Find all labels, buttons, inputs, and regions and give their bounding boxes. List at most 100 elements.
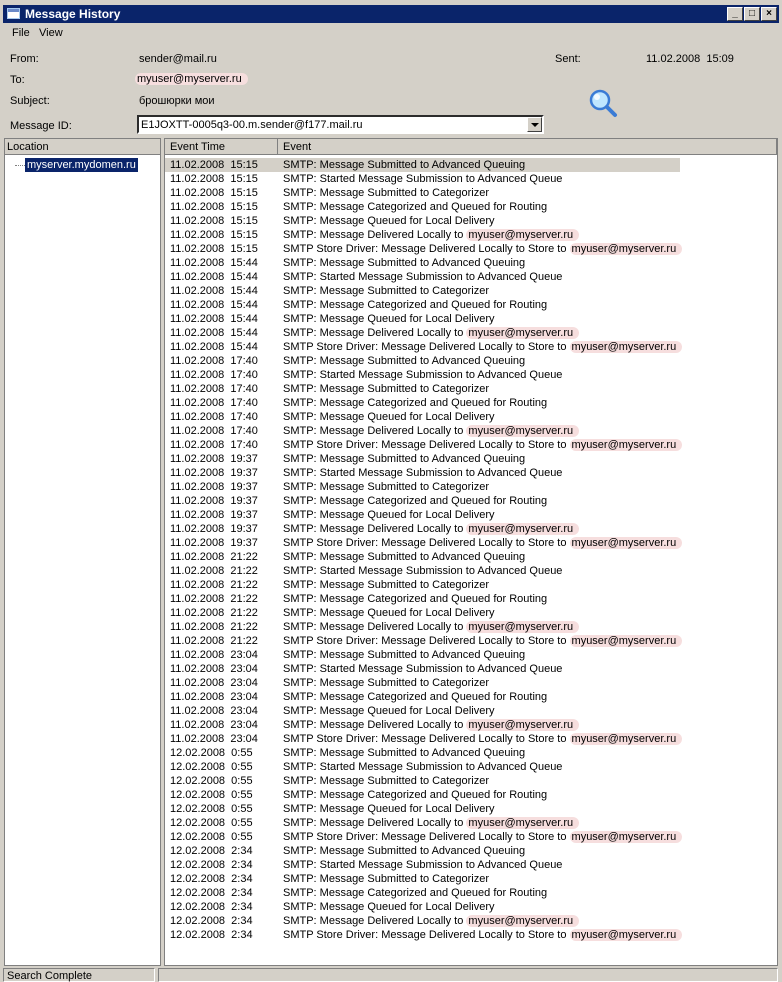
event-time-cell: 12.02.2008 2:34	[170, 887, 253, 899]
table-row[interactable]: 11.02.2008 17:40 SMTP: Message Submitted …	[165, 382, 777, 396]
table-row[interactable]: 11.02.2008 23:04 SMTP: Message Delivered …	[165, 718, 777, 732]
event-cell: SMTP: Message Submitted to Advanced Queu…	[283, 747, 526, 759]
column-event-time[interactable]: Event Time	[165, 139, 278, 155]
recipient-highlight: myuser@myserver.ru	[569, 635, 683, 647]
table-row[interactable]: 11.02.2008 15:15 SMTP: Message Submitted …	[165, 158, 680, 172]
event-cell: SMTP: Message Submitted to Categorizer	[283, 873, 490, 885]
table-row[interactable]: 11.02.2008 21:22 SMTP: Message Submitted …	[165, 550, 777, 564]
magnifier-icon[interactable]	[588, 88, 618, 118]
table-row[interactable]: 11.02.2008 23:04 SMTP Store Driver: Messa…	[165, 732, 777, 746]
table-row[interactable]: 12.02.2008 0:55 SMTP: Message Categorized…	[165, 788, 777, 802]
event-cell: SMTP Store Driver: Message Delivered Loc…	[283, 438, 683, 452]
table-row[interactable]: 11.02.2008 15:15 SMTP: Message Categorize…	[165, 200, 777, 214]
table-row[interactable]: 11.02.2008 21:22 SMTP: Message Submitted …	[165, 578, 777, 592]
event-cell: SMTP: Message Delivered Locally to myuse…	[283, 228, 580, 242]
table-row[interactable]: 12.02.2008 2:34 SMTP: Message Submitted t…	[165, 872, 777, 886]
table-row[interactable]: 11.02.2008 23:04 SMTP: Started Message Su…	[165, 662, 777, 676]
minimize-button[interactable]: _	[727, 7, 743, 21]
event-grid: Event Time Event 11.02.2008 15:15 SMTP: M…	[164, 138, 778, 966]
table-row[interactable]: 12.02.2008 0:55 SMTP Store Driver: Messag…	[165, 830, 777, 844]
table-row[interactable]: 11.02.2008 21:22 SMTP: Message Delivered …	[165, 620, 777, 634]
table-row[interactable]: 11.02.2008 21:22 SMTP: Message Categorize…	[165, 592, 777, 606]
table-row[interactable]: 12.02.2008 2:34 SMTP: Message Delivered L…	[165, 914, 777, 928]
recipient-highlight: myuser@myserver.ru	[466, 523, 580, 535]
table-row[interactable]: 12.02.2008 0:55 SMTP: Message Submitted t…	[165, 746, 777, 760]
table-row[interactable]: 12.02.2008 0:55 SMTP: Message Queued for …	[165, 802, 777, 816]
table-row[interactable]: 11.02.2008 15:44 SMTP: Message Delivered …	[165, 326, 777, 340]
table-row[interactable]: 11.02.2008 15:15 SMTP: Message Queued for…	[165, 214, 777, 228]
table-row[interactable]: 12.02.2008 2:34 SMTP: Message Queued for …	[165, 900, 777, 914]
table-row[interactable]: 11.02.2008 15:15 SMTP: Message Delivered …	[165, 228, 777, 242]
window-title: Message History	[25, 7, 121, 21]
event-cell: SMTP: Message Categorized and Queued for…	[283, 691, 548, 703]
menu-view[interactable]: View	[39, 27, 63, 39]
table-row[interactable]: 12.02.2008 0:55 SMTP: Message Delivered L…	[165, 816, 777, 830]
event-time-cell: 11.02.2008 17:40	[170, 411, 258, 423]
event-time-cell: 11.02.2008 23:04	[170, 719, 258, 731]
table-row[interactable]: 11.02.2008 15:15 SMTP: Message Submitted …	[165, 186, 777, 200]
table-row[interactable]: 11.02.2008 21:22 SMTP: Message Queued for…	[165, 606, 777, 620]
event-cell: SMTP: Started Message Submission to Adva…	[283, 369, 563, 381]
table-row[interactable]: 11.02.2008 17:40 SMTP: Started Message Su…	[165, 368, 777, 382]
table-row[interactable]: 11.02.2008 23:04 SMTP: Message Queued for…	[165, 704, 777, 718]
table-row[interactable]: 11.02.2008 21:22 SMTP: Started Message Su…	[165, 564, 777, 578]
table-row[interactable]: 12.02.2008 2:34 SMTP: Started Message Sub…	[165, 858, 777, 872]
table-row[interactable]: 12.02.2008 2:34 SMTP: Message Categorized…	[165, 886, 777, 900]
event-cell: SMTP: Message Delivered Locally to myuse…	[283, 718, 580, 732]
event-time-cell: 11.02.2008 15:44	[170, 313, 258, 325]
table-row[interactable]: 11.02.2008 17:40 SMTP: Message Submitted …	[165, 354, 777, 368]
table-row[interactable]: 12.02.2008 0:55 SMTP: Message Submitted t…	[165, 774, 777, 788]
table-row[interactable]: 11.02.2008 15:44 SMTP Store Driver: Messa…	[165, 340, 777, 354]
table-row[interactable]: 11.02.2008 19:37 SMTP: Message Delivered …	[165, 522, 777, 536]
column-event[interactable]: Event	[278, 139, 777, 155]
table-row[interactable]: 11.02.2008 15:44 SMTP: Message Categorize…	[165, 298, 777, 312]
table-row[interactable]: 12.02.2008 0:55 SMTP: Started Message Sub…	[165, 760, 777, 774]
title-bar[interactable]: Message History _ □ ×	[3, 5, 779, 23]
location-header[interactable]: Location	[5, 139, 160, 155]
maximize-button[interactable]: □	[744, 7, 760, 21]
table-row[interactable]: 11.02.2008 15:44 SMTP: Message Queued for…	[165, 312, 777, 326]
event-cell: SMTP: Message Queued for Local Delivery	[283, 509, 495, 521]
table-row[interactable]: 11.02.2008 19:37 SMTP: Message Submitted …	[165, 480, 777, 494]
recipient-highlight: myuser@myserver.ru	[466, 719, 580, 731]
table-row[interactable]: 11.02.2008 17:40 SMTP: Message Queued for…	[165, 410, 777, 424]
message-history-window: Message History _ □ × File View From: se…	[0, 0, 782, 982]
table-row[interactable]: 11.02.2008 23:04 SMTP: Message Submitted …	[165, 676, 777, 690]
event-cell: SMTP: Message Categorized and Queued for…	[283, 299, 548, 311]
event-cell: SMTP: Started Message Submission to Adva…	[283, 663, 563, 675]
event-cell: SMTP: Message Categorized and Queued for…	[283, 593, 548, 605]
table-row[interactable]: 11.02.2008 15:15 SMTP: Started Message Su…	[165, 172, 777, 186]
event-time-cell: 11.02.2008 19:37	[170, 453, 258, 465]
table-row[interactable]: 11.02.2008 17:40 SMTP Store Driver: Messa…	[165, 438, 777, 452]
table-row[interactable]: 11.02.2008 15:44 SMTP: Message Submitted …	[165, 284, 777, 298]
table-row[interactable]: 11.02.2008 15:15 SMTP Store Driver: Messa…	[165, 242, 777, 256]
table-row[interactable]: 11.02.2008 19:37 SMTP: Message Queued for…	[165, 508, 777, 522]
table-row[interactable]: 11.02.2008 19:37 SMTP: Started Message Su…	[165, 466, 777, 480]
event-cell: SMTP: Started Message Submission to Adva…	[283, 271, 563, 283]
event-cell: SMTP: Message Submitted to Categorizer	[283, 383, 490, 395]
message-id-combobox[interactable]: E1JOXTT-0005q3-00.m.sender@f177.mail.ru	[137, 115, 544, 134]
close-button[interactable]: ×	[761, 7, 777, 21]
event-time-cell: 11.02.2008 21:22	[170, 635, 258, 647]
table-row[interactable]: 12.02.2008 2:34 SMTP: Message Submitted t…	[165, 844, 777, 858]
event-cell: SMTP: Message Submitted to Advanced Queu…	[283, 355, 526, 367]
table-row[interactable]: 11.02.2008 19:37 SMTP: Message Categorize…	[165, 494, 777, 508]
event-time-cell: 11.02.2008 15:44	[170, 257, 258, 269]
location-item-server[interactable]: myserver.mydomen.ru	[25, 158, 138, 172]
table-row[interactable]: 11.02.2008 17:40 SMTP: Message Categorize…	[165, 396, 777, 410]
event-cell: SMTP: Message Categorized and Queued for…	[283, 201, 548, 213]
event-cell: SMTP: Message Delivered Locally to myuse…	[283, 816, 580, 830]
chevron-down-icon[interactable]	[527, 117, 542, 132]
menu-file[interactable]: File	[12, 27, 30, 39]
table-row[interactable]: 11.02.2008 23:04 SMTP: Message Submitted …	[165, 648, 777, 662]
table-row[interactable]: 11.02.2008 23:04 SMTP: Message Categorize…	[165, 690, 777, 704]
event-time-cell: 11.02.2008 15:15	[170, 229, 258, 241]
event-time-cell: 11.02.2008 15:44	[170, 327, 258, 339]
table-row[interactable]: 11.02.2008 15:44 SMTP: Message Submitted …	[165, 256, 777, 270]
table-row[interactable]: 11.02.2008 19:37 SMTP Store Driver: Messa…	[165, 536, 777, 550]
table-row[interactable]: 11.02.2008 15:44 SMTP: Started Message Su…	[165, 270, 777, 284]
table-row[interactable]: 11.02.2008 17:40 SMTP: Message Delivered …	[165, 424, 777, 438]
table-row[interactable]: 11.02.2008 21:22 SMTP Store Driver: Messa…	[165, 634, 777, 648]
table-row[interactable]: 11.02.2008 19:37 SMTP: Message Submitted …	[165, 452, 777, 466]
table-row[interactable]: 12.02.2008 2:34 SMTP Store Driver: Messag…	[165, 928, 777, 942]
